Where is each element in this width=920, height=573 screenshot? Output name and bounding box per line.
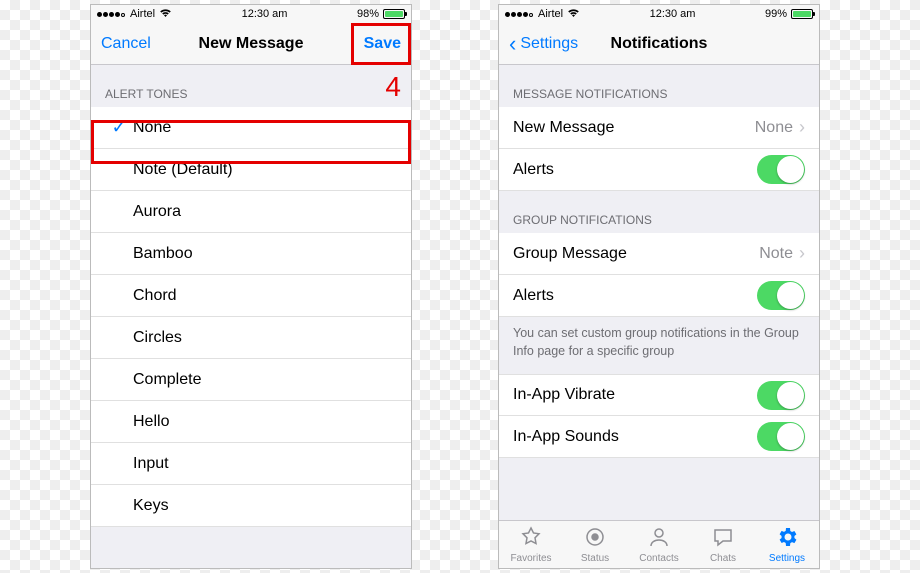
in-app-vibrate-row: In-App Vibrate (499, 374, 819, 416)
group-alerts-toggle[interactable] (757, 281, 805, 310)
tab-chats[interactable]: Chats (691, 521, 755, 568)
row-label: In-App Sounds (513, 428, 757, 446)
contact-icon (647, 525, 671, 552)
battery-icon (791, 9, 813, 19)
tone-label: Keys (133, 497, 397, 515)
clock-label: 12:30 am (650, 8, 696, 20)
back-label: Settings (520, 35, 578, 53)
tab-contacts[interactable]: Contacts (627, 521, 691, 568)
tab-label: Settings (769, 553, 805, 564)
new-message-row[interactable]: New Message None › (499, 107, 819, 149)
tone-row[interactable]: Input (91, 443, 411, 485)
chevron-right-icon: › (799, 243, 805, 264)
tab-settings[interactable]: Settings (755, 521, 819, 568)
tone-label: Note (Default) (133, 161, 397, 179)
step-number: 4 (385, 71, 401, 103)
in-app-sounds-row: In-App Sounds (499, 416, 819, 458)
tone-label: Complete (133, 371, 397, 389)
tab-status[interactable]: Status (563, 521, 627, 568)
tone-row[interactable]: Circles (91, 317, 411, 359)
cancel-button[interactable]: Cancel (101, 35, 151, 53)
tone-row[interactable]: Complete (91, 359, 411, 401)
chevron-left-icon: ‹ (509, 33, 516, 55)
gear-icon (775, 525, 799, 552)
in-app-sounds-toggle[interactable] (757, 422, 805, 451)
tab-label: Contacts (639, 553, 678, 564)
row-label: Alerts (513, 161, 757, 179)
in-app-vibrate-toggle[interactable] (757, 381, 805, 410)
row-label: Group Message (513, 245, 759, 263)
row-label: New Message (513, 119, 755, 137)
tab-favorites[interactable]: Favorites (499, 521, 563, 568)
tone-label: Hello (133, 413, 397, 431)
tab-label: Chats (710, 553, 736, 564)
chevron-right-icon: › (799, 117, 805, 138)
row-label: Alerts (513, 287, 757, 305)
phone-left: Airtel 12:30 am 98% Cancel New Message S… (90, 4, 412, 569)
phone-right: Airtel 12:30 am 99% ‹ Settings Notificat… (498, 4, 820, 569)
tone-row[interactable]: Chord (91, 275, 411, 317)
chat-icon (711, 525, 735, 552)
status-bar: Airtel 12:30 am 98% (91, 5, 411, 23)
tone-row[interactable]: Keys (91, 485, 411, 527)
battery-pct-label: 98% (357, 8, 379, 20)
wifi-icon (567, 8, 580, 21)
nav-bar: ‹ Settings Notifications (499, 23, 819, 65)
group-footer-text: You can set custom group notifications i… (499, 317, 819, 374)
wifi-icon (159, 8, 172, 21)
star-icon (519, 525, 543, 552)
status-bar: Airtel 12:30 am 99% (499, 5, 819, 23)
row-value: Note (759, 245, 793, 263)
row-label: In-App Vibrate (513, 386, 757, 404)
alerts-row: Alerts (499, 149, 819, 191)
checkmark-icon: ✓ (111, 117, 126, 138)
alert-tones-header: ALERT TONES (91, 65, 411, 107)
tone-label: Chord (133, 287, 397, 305)
battery-pct-label: 99% (765, 8, 787, 20)
signal-dots-icon (505, 8, 534, 20)
back-button[interactable]: ‹ Settings (509, 33, 578, 55)
tone-label: Bamboo (133, 245, 397, 263)
tab-bar: Favorites Status Contacts Chats Settings (499, 520, 819, 568)
alerts-toggle[interactable] (757, 155, 805, 184)
group-message-row[interactable]: Group Message Note › (499, 233, 819, 275)
tone-row[interactable]: ✓ None (91, 107, 411, 149)
status-icon (583, 525, 607, 552)
group-notifications-header: GROUP NOTIFICATIONS (499, 191, 819, 233)
tone-row[interactable]: Bamboo (91, 233, 411, 275)
tone-row[interactable]: Aurora (91, 191, 411, 233)
tone-label: Aurora (133, 203, 397, 221)
tone-row[interactable]: Hello (91, 401, 411, 443)
tone-label: None (133, 119, 397, 137)
tab-label: Favorites (510, 553, 551, 564)
carrier-label: Airtel (538, 8, 563, 20)
group-alerts-row: Alerts (499, 275, 819, 317)
battery-icon (383, 9, 405, 19)
nav-bar: Cancel New Message Save (91, 23, 411, 65)
signal-dots-icon (97, 8, 126, 20)
clock-label: 12:30 am (242, 8, 288, 20)
carrier-label: Airtel (130, 8, 155, 20)
tab-label: Status (581, 553, 609, 564)
tone-label: Input (133, 455, 397, 473)
row-value: None (755, 119, 793, 137)
save-button[interactable]: Save (364, 35, 401, 53)
message-notifications-header: MESSAGE NOTIFICATIONS (499, 65, 819, 107)
tone-label: Circles (133, 329, 397, 347)
tone-row[interactable]: Note (Default) (91, 149, 411, 191)
